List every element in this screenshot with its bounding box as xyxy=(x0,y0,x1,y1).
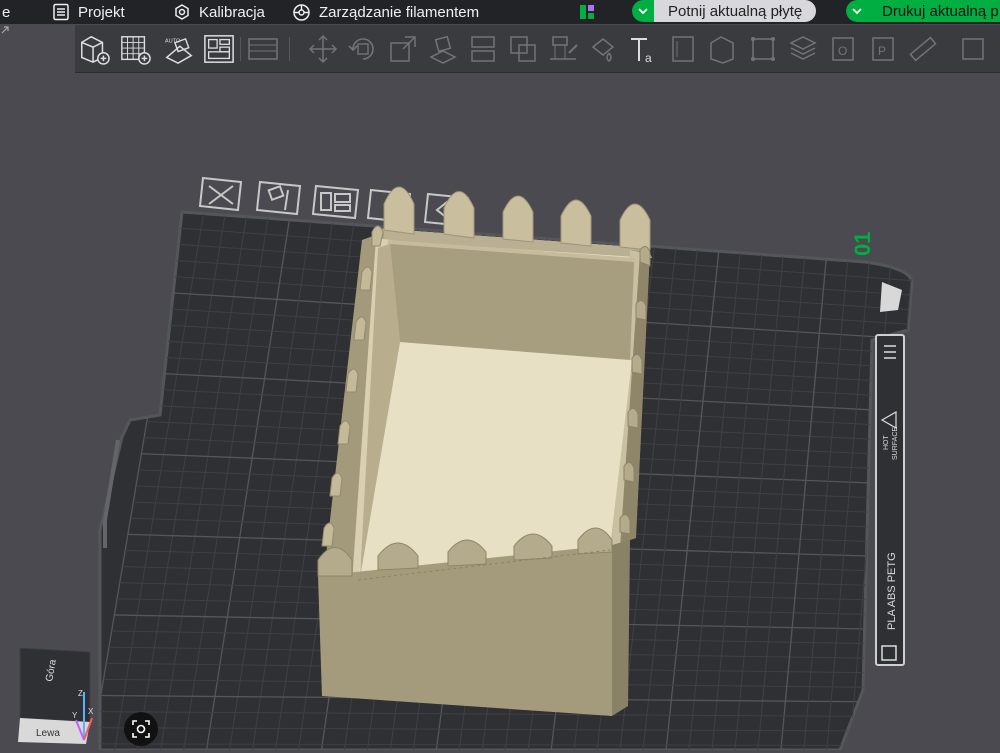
slice-plate-button[interactable]: Potnij aktualną płytę xyxy=(632,0,817,22)
sidebar-collapse-icon[interactable] xyxy=(0,25,12,35)
plate-label-strip: PLA ABS PETG HOT SURFACE xyxy=(875,282,905,666)
slice-plate-label: Potnij aktualną płytę xyxy=(654,0,817,22)
menu-item-filament[interactable]: Zarządzanie filamentem xyxy=(292,0,479,24)
text-icon[interactable]: a xyxy=(627,33,659,65)
arrange-icon[interactable] xyxy=(203,33,235,65)
3d-model[interactable] xyxy=(317,186,652,716)
plate-materials-text: PLA ABS PETG xyxy=(886,552,898,630)
auto-orient-icon[interactable]: AUTO xyxy=(163,33,195,65)
plate-layout-icon[interactable] xyxy=(579,0,595,24)
plate-number: 01 xyxy=(850,232,875,256)
toolbar-divider xyxy=(289,37,290,61)
screenshot-button[interactable] xyxy=(124,712,158,746)
print-plate-button[interactable]: Drukuj aktualną p xyxy=(846,0,1000,22)
cut-icon[interactable] xyxy=(467,33,499,65)
add-object-icon[interactable] xyxy=(78,33,110,65)
menu-item-partial-label: e xyxy=(2,3,11,21)
menu-item-partial[interactable]: e xyxy=(2,0,10,24)
slice-dropdown-chevron-icon[interactable] xyxy=(632,0,654,22)
top-menu-bar: e Projekt Kalibracja Zarządzanie filamen… xyxy=(0,0,1000,24)
auto-orient-plate-icon[interactable] xyxy=(255,180,302,216)
seam-paint-icon[interactable] xyxy=(587,33,619,65)
layers-icon[interactable] xyxy=(787,33,819,65)
more-tools-icon[interactable] xyxy=(957,33,989,65)
scale-icon[interactable] xyxy=(387,33,419,65)
calibration-icon xyxy=(173,3,191,21)
axis-x-label: X xyxy=(88,707,94,716)
menu-item-calibration[interactable]: Kalibracja xyxy=(173,0,265,24)
axis-y-label: Y xyxy=(72,711,78,720)
split-parts-icon[interactable] xyxy=(747,33,779,65)
delete-plate-icon[interactable] xyxy=(198,176,243,212)
split-objects-icon[interactable] xyxy=(707,33,739,65)
menu-item-project-label: Projekt xyxy=(78,3,125,21)
view-plate-icon[interactable]: P xyxy=(867,33,899,65)
add-plate-icon[interactable] xyxy=(119,33,151,65)
main-toolbar: AUTO a O P xyxy=(75,25,1000,73)
hot-surface-line2: SURFACE xyxy=(892,427,899,460)
move-icon[interactable] xyxy=(307,33,339,65)
menu-item-project[interactable]: Projekt xyxy=(52,0,125,24)
measure-icon[interactable] xyxy=(907,33,939,65)
scene-canvas[interactable]: PLA ABS PETG HOT SURFACE 01 xyxy=(0,73,1000,750)
arrange-plate-icon[interactable] xyxy=(311,184,360,220)
mesh-boolean-icon[interactable] xyxy=(507,33,539,65)
project-icon xyxy=(52,3,70,21)
svg-text:P: P xyxy=(878,44,886,58)
split-list-icon[interactable] xyxy=(247,33,279,65)
view-cube[interactable]: Góra Lewa Z X Y xyxy=(18,647,96,744)
rotate-icon[interactable] xyxy=(347,33,379,65)
hot-surface-line1: HOT xyxy=(883,435,890,451)
menu-item-filament-label: Zarządzanie filamentem xyxy=(319,3,480,21)
variable-layer-icon[interactable] xyxy=(667,33,699,65)
support-paint-icon[interactable] xyxy=(547,33,579,65)
camera-icon xyxy=(132,720,150,738)
svg-text:a: a xyxy=(645,51,652,65)
print-dropdown-chevron-icon[interactable] xyxy=(846,0,868,22)
axis-z-label: Z xyxy=(78,689,83,698)
filament-icon xyxy=(292,3,311,22)
menu-item-calibration-label: Kalibracja xyxy=(199,3,265,21)
print-plate-label: Drukuj aktualną p xyxy=(868,0,1000,22)
view-object-icon[interactable]: O xyxy=(827,33,859,65)
svg-text:O: O xyxy=(838,44,847,58)
lay-on-face-icon[interactable] xyxy=(427,33,459,65)
3d-viewport[interactable]: PLA ABS PETG HOT SURFACE 01 Góra Lewa Z … xyxy=(0,73,1000,750)
toolbar-divider xyxy=(240,37,241,61)
view-cube-left-face: Lewa xyxy=(36,728,60,739)
